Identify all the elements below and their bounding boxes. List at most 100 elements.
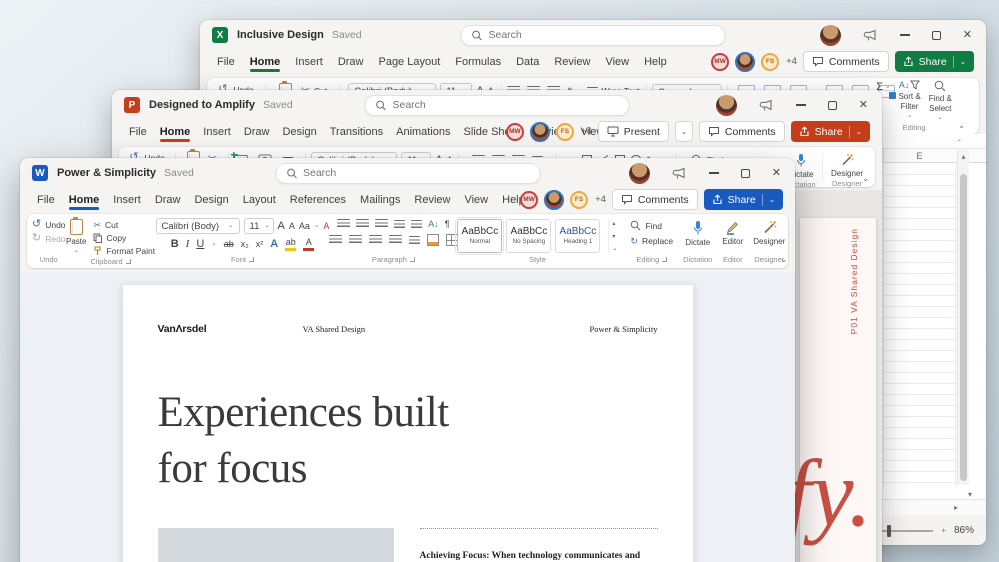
font-size-dropdown[interactable]: 11 ⌄ [243,218,274,234]
user-avatar[interactable] [715,94,737,116]
comments-button[interactable]: Comments [611,189,698,210]
scroll-right-icon[interactable]: ▸ [954,504,958,512]
share-button[interactable]: Share ⌄ [894,51,974,72]
word-tab-insert[interactable]: Insert [112,192,142,208]
close-button[interactable]: ✕ [963,29,972,41]
ppt-tab-animations[interactable]: Animations [395,124,451,140]
collaborator-avatar-fs[interactable]: FS [555,122,574,141]
highlight-button[interactable]: ab [285,238,297,251]
ppt-tab-home[interactable]: Home [159,124,192,142]
word-search-bar[interactable] [275,162,540,184]
excel-tab-home[interactable]: Home [249,54,282,72]
excel-tab-draw[interactable]: Draw [337,54,365,70]
chevron-down-icon[interactable]: ⌄ [856,127,862,136]
dialog-launcher-icon[interactable] [248,257,254,262]
word-tab-references[interactable]: References [289,192,347,208]
align-center-icon[interactable] [348,235,362,245]
redo-button[interactable]: ↻ Redo [32,233,66,244]
minimize-button[interactable] [795,104,806,106]
chevron-down-icon[interactable]: ⌄ [960,57,966,66]
text-effects-button[interactable]: A [270,239,278,250]
comments-button[interactable]: Comments [698,121,785,142]
align-right-icon[interactable] [368,235,382,245]
ppt-tab-draw[interactable]: Draw [243,124,271,140]
ribbon-collapse-chevron[interactable]: ⌄ [862,174,869,183]
cut-button[interactable]: ✂ Cut [93,220,155,230]
maximize-button[interactable] [931,30,941,40]
powerpoint-slide[interactable]: P01 VA Shared Design fy. [785,218,876,562]
strikethrough-button[interactable]: ab [224,240,234,249]
multilevel-list-icon[interactable] [375,219,389,229]
justify-icon[interactable] [388,235,402,245]
present-button[interactable]: Present [597,121,669,142]
word-tab-draw[interactable]: Draw [154,192,182,208]
shrink-font-icon[interactable]: A [289,221,295,231]
zoom-in-icon[interactable]: + [941,526,946,535]
share-button[interactable]: Share ⌄ [790,121,870,142]
word-tab-file[interactable]: File [36,192,56,208]
increase-indent-icon[interactable] [411,219,423,229]
designer-button[interactable]: Designer [831,153,863,178]
comments-button[interactable]: Comments [802,51,889,72]
find-select-button[interactable]: Find & Select ⌄ [929,80,952,122]
word-tab-mailings[interactable]: Mailings [359,192,401,208]
powerpoint-search-bar[interactable] [364,94,630,116]
gallery-more-icon[interactable]: ⌄ [612,245,617,252]
excel-tab-page-layout[interactable]: Page Layout [377,54,441,70]
designer-button[interactable]: Designer [753,220,785,246]
close-button[interactable]: ✕ [859,99,868,111]
excel-tab-view[interactable]: View [604,54,630,70]
font-color-button[interactable]: A [303,238,315,251]
zoom-slider-handle[interactable] [887,524,892,537]
clear-formatting-icon[interactable]: A [323,221,329,231]
word-tab-review[interactable]: Review [413,192,451,208]
minimize-button[interactable] [708,172,719,174]
bullets-icon[interactable] [337,219,351,229]
undo-button[interactable]: ↺ Undo [32,219,66,230]
scrollbar-thumb[interactable] [960,174,967,481]
excel-tab-data[interactable]: Data [515,54,540,70]
pilcrow-icon[interactable]: ¶ [445,219,450,229]
collaborator-avatar-photo[interactable] [529,121,550,142]
maximize-button[interactable] [827,100,837,110]
close-button[interactable]: ✕ [772,167,781,179]
find-button[interactable]: Find [630,220,662,231]
align-left-icon[interactable] [328,235,342,245]
word-tab-view[interactable]: View [463,192,489,208]
collaborator-overflow-count[interactable]: +4 [786,56,797,67]
powerpoint-search-input[interactable] [392,99,619,111]
sort-filter-button[interactable]: A↓ Sort & Filter ⌄ [898,80,920,120]
megaphone-icon[interactable] [672,167,687,180]
minimize-button[interactable] [899,34,910,36]
gallery-up-icon[interactable]: ▴ [612,220,617,227]
excel-tab-file[interactable]: File [216,54,236,70]
maximize-button[interactable] [740,168,750,178]
excel-tab-review[interactable]: Review [553,54,591,70]
megaphone-icon[interactable] [759,99,774,112]
format-painter-button[interactable]: Format Paint [93,246,155,256]
word-tab-design[interactable]: Design [193,192,229,208]
ribbon-collapse-chevron[interactable]: ⌄ [781,255,788,264]
collaborator-avatar-photo[interactable] [735,51,756,72]
word-tab-home[interactable]: Home [68,192,101,210]
collaborator-avatar-mw[interactable]: MW [520,190,539,209]
numbering-icon[interactable] [356,219,370,229]
megaphone-icon[interactable] [863,29,878,42]
collaborator-avatar-fs[interactable]: FS [761,52,780,71]
word-page[interactable]: VanΛrsdel VA Shared Design Power & Simpl… [122,285,693,562]
user-avatar[interactable] [819,24,841,46]
gallery-down-icon[interactable]: ▾ [612,233,617,240]
decrease-indent-icon[interactable] [394,219,406,229]
excel-tab-insert[interactable]: Insert [294,54,324,70]
font-name-dropdown[interactable]: Calibri (Body) ⌄ [155,218,240,234]
zoom-level[interactable]: 86% [954,525,974,536]
document-image-placeholder[interactable] [157,527,394,562]
grow-font-icon[interactable]: A [278,220,285,232]
chevron-down-icon[interactable]: ⌄ [769,195,775,204]
collaborator-avatar-mw[interactable]: MW [505,122,524,141]
style-heading-1[interactable]: AaBbCc Heading 1 [555,219,601,253]
excel-search-input[interactable] [488,29,715,41]
collaborator-avatar-photo[interactable] [544,189,565,210]
dialog-launcher-icon[interactable] [662,257,668,262]
italic-button[interactable]: I [186,239,190,250]
